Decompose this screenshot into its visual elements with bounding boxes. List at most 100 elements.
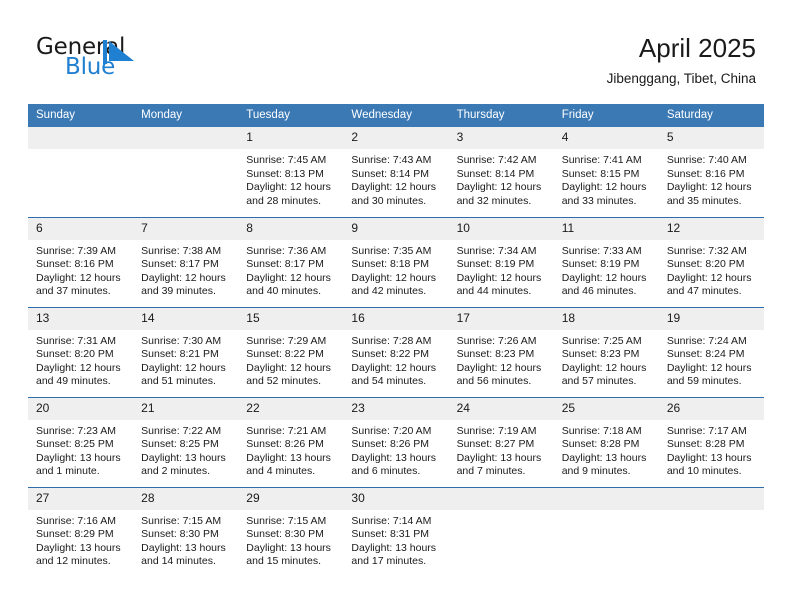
calendar-day-cell[interactable]: 24 Sunrise: 7:19 AM Sunset: 8:27 PM Dayligh…	[448, 396, 554, 487]
day-details: Sunrise: 7:22 AM Sunset: 8:25 PM Daylight:…	[133, 420, 238, 479]
day-details: Sunrise: 7:20 AM Sunset: 8:26 PM Daylight:…	[343, 420, 448, 479]
day-detail-daylight1: Daylight: 12 hours	[561, 271, 647, 284]
weekday-header-sunday: Sunday	[28, 104, 134, 127]
day-detail-daylight1: Daylight: 12 hours	[36, 271, 121, 284]
calendar-day-cell-empty	[553, 486, 659, 577]
day-detail-sunrise: Sunrise: 7:19 AM	[456, 424, 537, 437]
calendar-day-cell[interactable]: 22 Sunrise: 7:21 AM Sunset: 8:26 PM Dayligh…	[238, 396, 344, 487]
calendar-week-row: 27 Sunrise: 7:16 AM Sunset: 8:29 PM Dayligh…	[28, 486, 764, 577]
day-detail-daylight2: and 51 minutes.	[141, 375, 216, 388]
day-detail-sunset: Sunset: 8:15 PM	[561, 167, 640, 180]
calendar-body: 1 Sunrise: 7:45 AM Sunset: 8:13 PM Daylight…	[28, 127, 764, 577]
calendar-day-cell[interactable]: 9 Sunrise: 7:35 AM Sunset: 8:18 PM Daylight…	[343, 216, 449, 307]
calendar-day-cell[interactable]: 11 Sunrise: 7:33 AM Sunset: 8:19 PM Dayligh…	[553, 216, 659, 307]
day-detail-daylight1: Daylight: 13 hours	[36, 451, 121, 464]
day-number: 7	[133, 217, 239, 240]
day-number: 29	[238, 487, 344, 510]
location-subtitle: Jibenggang, Tibet, China	[606, 71, 756, 86]
calendar-day-cell[interactable]: 28 Sunrise: 7:15 AM Sunset: 8:30 PM Dayligh…	[133, 486, 239, 577]
day-detail-daylight2: and 28 minutes.	[246, 194, 321, 207]
day-detail-sunset: Sunset: 8:23 PM	[456, 348, 535, 361]
day-number: 3	[448, 127, 554, 149]
calendar-day-cell[interactable]: 5 Sunrise: 7:40 AM Sunset: 8:16 PM Daylight…	[658, 127, 764, 217]
day-detail-sunset: Sunset: 8:20 PM	[666, 258, 745, 271]
day-details: Sunrise: 7:23 AM Sunset: 8:25 PM Daylight:…	[28, 420, 133, 479]
calendar-week-row: 1 Sunrise: 7:45 AM Sunset: 8:13 PM Daylight…	[28, 127, 764, 217]
weekday-header-friday: Friday	[553, 104, 659, 127]
calendar-day-cell[interactable]: 25 Sunrise: 7:18 AM Sunset: 8:28 PM Dayligh…	[553, 396, 659, 487]
day-detail-sunset: Sunset: 8:14 PM	[456, 167, 535, 180]
calendar-day-cell-empty	[448, 486, 554, 577]
calendar-day-cell[interactable]: 13 Sunrise: 7:31 AM Sunset: 8:20 PM Dayligh…	[28, 306, 134, 397]
calendar-day-cell[interactable]: 12 Sunrise: 7:32 AM Sunset: 8:20 PM Dayligh…	[658, 216, 764, 307]
day-detail-sunrise: Sunrise: 7:25 AM	[561, 334, 642, 347]
day-detail-sunset: Sunset: 8:30 PM	[246, 528, 324, 541]
calendar-day-cell[interactable]: 10 Sunrise: 7:34 AM Sunset: 8:19 PM Dayligh…	[448, 216, 554, 307]
day-detail-daylight1: Daylight: 13 hours	[36, 541, 121, 554]
calendar-day-cell[interactable]: 16 Sunrise: 7:28 AM Sunset: 8:22 PM Dayligh…	[343, 306, 449, 397]
day-detail-daylight2: and 49 minutes.	[36, 375, 111, 388]
day-number: 18	[553, 307, 659, 330]
day-details: Sunrise: 7:40 AM Sunset: 8:16 PM Daylight:…	[659, 149, 764, 208]
calendar-day-cell[interactable]: 17 Sunrise: 7:26 AM Sunset: 8:23 PM Dayligh…	[448, 306, 554, 397]
day-detail-daylight1: Daylight: 13 hours	[246, 451, 331, 464]
day-number: 14	[133, 307, 239, 330]
day-number: 6	[28, 217, 134, 240]
day-detail-sunrise: Sunrise: 7:36 AM	[246, 244, 327, 257]
day-details: Sunrise: 7:41 AM Sunset: 8:15 PM Daylight:…	[554, 149, 659, 208]
calendar-day-cell[interactable]: 1 Sunrise: 7:45 AM Sunset: 8:13 PM Daylight…	[238, 127, 344, 217]
calendar-day-cell[interactable]: 15 Sunrise: 7:29 AM Sunset: 8:22 PM Dayligh…	[238, 306, 344, 397]
calendar-day-cell[interactable]: 4 Sunrise: 7:41 AM Sunset: 8:15 PM Daylight…	[553, 127, 659, 217]
calendar-day-cell[interactable]: 8 Sunrise: 7:36 AM Sunset: 8:17 PM Daylight…	[238, 216, 344, 307]
calendar-page: General Blue April 2025 Jibenggang, Tibe…	[0, 0, 792, 612]
brand-logo[interactable]: General Blue	[36, 34, 236, 90]
day-number: 20	[28, 397, 134, 420]
day-detail-sunset: Sunset: 8:19 PM	[561, 258, 640, 271]
weekday-header-tuesday: Tuesday	[238, 104, 344, 127]
calendar-day-cell[interactable]: 27 Sunrise: 7:16 AM Sunset: 8:29 PM Dayligh…	[28, 486, 134, 577]
day-details: Sunrise: 7:18 AM Sunset: 8:28 PM Daylight:…	[554, 420, 659, 479]
day-detail-daylight1: Daylight: 13 hours	[141, 541, 226, 554]
calendar-day-cell[interactable]: 18 Sunrise: 7:25 AM Sunset: 8:23 PM Dayligh…	[553, 306, 659, 397]
day-number: 2	[343, 127, 449, 149]
day-detail-daylight2: and 15 minutes.	[246, 555, 321, 568]
calendar-day-cell[interactable]: 21 Sunrise: 7:22 AM Sunset: 8:25 PM Dayligh…	[133, 396, 239, 487]
day-number: 12	[658, 217, 764, 240]
calendar-day-cell[interactable]: 14 Sunrise: 7:30 AM Sunset: 8:21 PM Dayligh…	[133, 306, 239, 397]
day-detail-daylight2: and 35 minutes.	[666, 194, 742, 207]
day-details: Sunrise: 7:21 AM Sunset: 8:26 PM Daylight:…	[238, 420, 343, 479]
day-detail-sunset: Sunset: 8:16 PM	[36, 258, 114, 271]
calendar-day-cell[interactable]: 26 Sunrise: 7:17 AM Sunset: 8:28 PM Dayligh…	[658, 396, 764, 487]
triangle-flag-icon	[103, 40, 134, 64]
day-number: 11	[553, 217, 659, 240]
day-detail-sunset: Sunset: 8:23 PM	[561, 348, 640, 361]
day-detail-sunrise: Sunrise: 7:17 AM	[666, 424, 747, 437]
calendar-day-cell[interactable]: 6 Sunrise: 7:39 AM Sunset: 8:16 PM Daylight…	[28, 216, 134, 307]
calendar-day-cell[interactable]: 30 Sunrise: 7:14 AM Sunset: 8:31 PM Dayligh…	[343, 486, 449, 577]
day-details: Sunrise: 7:32 AM Sunset: 8:20 PM Daylight:…	[659, 240, 764, 299]
day-detail-daylight2: and 7 minutes.	[456, 465, 526, 478]
day-detail-sunrise: Sunrise: 7:39 AM	[36, 244, 116, 257]
day-detail-sunrise: Sunrise: 7:21 AM	[246, 424, 327, 437]
calendar-week-row: 20 Sunrise: 7:23 AM Sunset: 8:25 PM Dayligh…	[28, 396, 764, 487]
day-detail-daylight1: Daylight: 12 hours	[561, 361, 647, 374]
calendar-day-cell[interactable]: 2 Sunrise: 7:43 AM Sunset: 8:14 PM Daylight…	[343, 127, 449, 217]
day-detail-sunset: Sunset: 8:26 PM	[246, 438, 324, 451]
calendar-day-cell[interactable]: 19 Sunrise: 7:24 AM Sunset: 8:24 PM Dayligh…	[658, 306, 764, 397]
calendar-day-cell[interactable]: 20 Sunrise: 7:23 AM Sunset: 8:25 PM Dayligh…	[28, 396, 134, 487]
day-details: Sunrise: 7:35 AM Sunset: 8:18 PM Daylight:…	[343, 240, 448, 299]
calendar-day-cell[interactable]: 3 Sunrise: 7:42 AM Sunset: 8:14 PM Daylight…	[448, 127, 554, 217]
day-number: 4	[553, 127, 659, 149]
calendar-day-cell[interactable]: 23 Sunrise: 7:20 AM Sunset: 8:26 PM Dayligh…	[343, 396, 449, 487]
calendar-day-cell[interactable]: 29 Sunrise: 7:15 AM Sunset: 8:30 PM Dayligh…	[238, 486, 344, 577]
day-details: Sunrise: 7:39 AM Sunset: 8:16 PM Daylight:…	[28, 240, 133, 299]
day-number: 16	[343, 307, 449, 330]
day-detail-daylight1: Daylight: 12 hours	[36, 361, 121, 374]
day-detail-sunrise: Sunrise: 7:40 AM	[666, 154, 747, 166]
day-detail-daylight2: and 9 minutes.	[561, 465, 631, 478]
day-number: 30	[343, 487, 449, 510]
calendar-day-cell-empty	[133, 127, 239, 217]
day-detail-daylight2: and 14 minutes.	[141, 555, 216, 568]
calendar-day-cell[interactable]: 7 Sunrise: 7:38 AM Sunset: 8:17 PM Daylight…	[133, 216, 239, 307]
day-detail-sunrise: Sunrise: 7:29 AM	[246, 334, 327, 347]
